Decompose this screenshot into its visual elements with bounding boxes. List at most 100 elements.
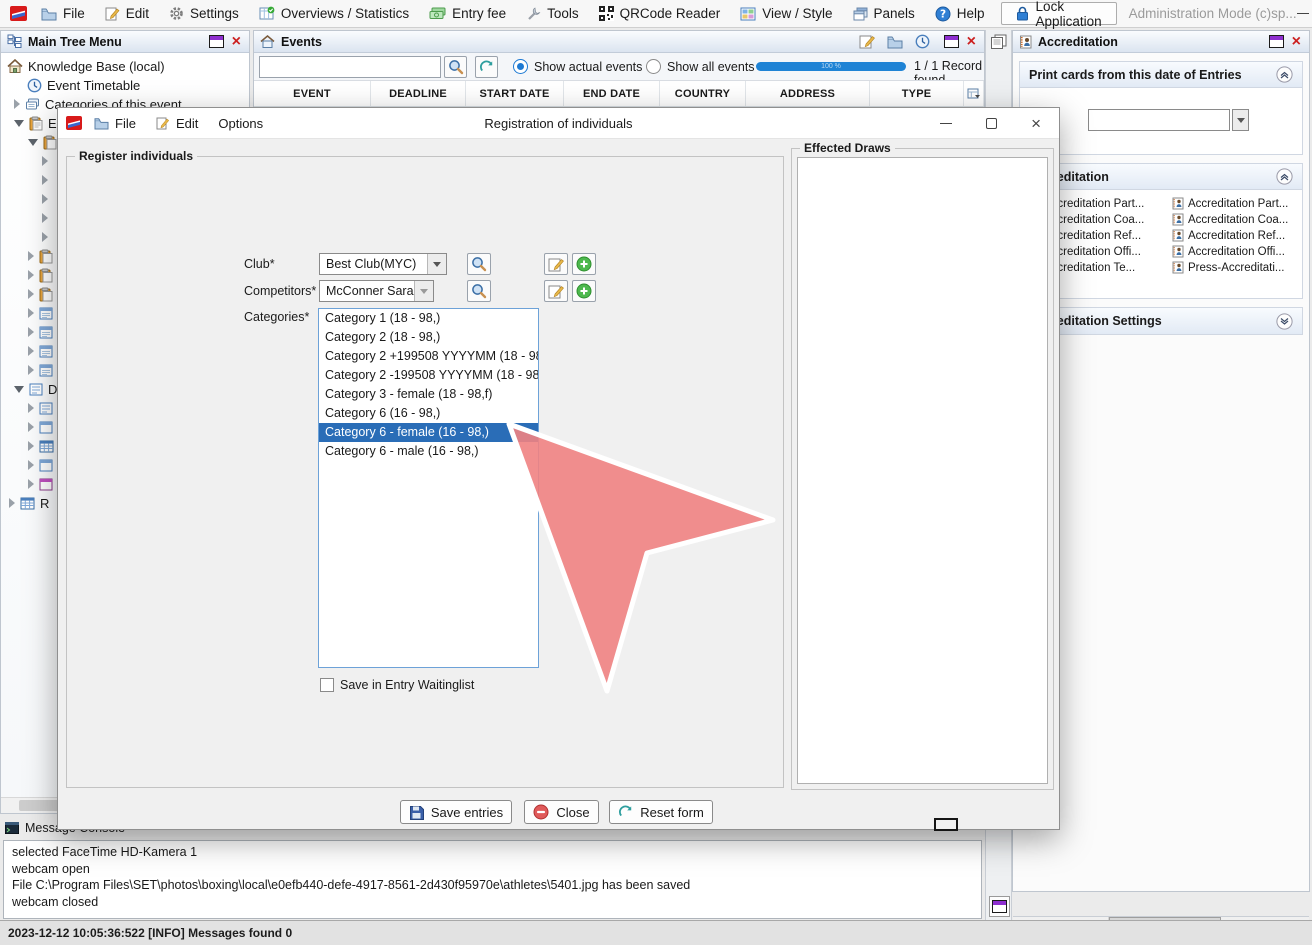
column-type[interactable]: TYPE — [870, 81, 964, 106]
tree-item[interactable] — [42, 228, 53, 246]
tree-item[interactable] — [28, 456, 58, 474]
expand-arrow-icon[interactable] — [28, 403, 34, 413]
lock-application-button[interactable]: Lock Application — [1001, 2, 1117, 25]
collapse-arrow-icon[interactable] — [14, 386, 24, 393]
print-date-dropdown-button[interactable] — [1232, 109, 1249, 131]
collapse-arrow-icon[interactable] — [28, 139, 38, 146]
tree-close-icon[interactable]: × — [230, 34, 243, 50]
accreditation-close-icon[interactable]: × — [1290, 34, 1303, 50]
menu-help[interactable]: ? Help — [925, 1, 995, 27]
tree-item-entries[interactable]: E — [14, 114, 57, 132]
expand-arrow-icon[interactable] — [42, 156, 48, 166]
expand-arrow-icon[interactable] — [28, 365, 34, 375]
close-dialog-button[interactable]: Close — [524, 800, 599, 824]
menu-panels[interactable]: Panels — [843, 1, 925, 27]
tree-item[interactable] — [28, 323, 58, 341]
expand-arrow-icon[interactable] — [28, 346, 34, 356]
dialog-title-bar[interactable]: File Edit Options Registration of indivi… — [58, 108, 1059, 139]
competitors-edit-button[interactable] — [544, 280, 568, 302]
tree-item[interactable] — [28, 437, 59, 455]
stacked-pages-icon[interactable] — [990, 34, 1007, 49]
category-option[interactable]: Category 1 (18 - 98,) — [319, 309, 538, 328]
column-chooser-icon[interactable] — [964, 81, 984, 106]
tree-item-r[interactable]: R — [9, 494, 49, 512]
dialog-maximize-button[interactable] — [986, 118, 997, 129]
restore-panel-icon[interactable] — [989, 896, 1010, 917]
radio-icon[interactable] — [646, 59, 661, 74]
tree-item[interactable] — [28, 399, 58, 417]
expand-arrow-icon[interactable] — [14, 99, 20, 109]
club-search-button[interactable] — [467, 253, 491, 275]
menu-file[interactable]: File — [31, 1, 95, 27]
menu-edit[interactable]: Edit — [95, 1, 159, 27]
events-maximize-icon[interactable] — [944, 35, 959, 48]
competitors-dropdown-button[interactable] — [414, 281, 433, 301]
tree-item-d[interactable]: D — [14, 380, 57, 398]
effected-draws-list[interactable] — [797, 157, 1048, 784]
console-log-area[interactable]: selected FaceTime HD-Kamera 1 webcam ope… — [3, 840, 982, 919]
column-deadline[interactable]: DEADLINE — [371, 81, 466, 106]
column-event[interactable]: EVENT — [254, 81, 371, 106]
column-start-date[interactable]: START DATE — [466, 81, 564, 106]
tree-item[interactable] — [28, 342, 58, 360]
print-date-input[interactable] — [1088, 109, 1230, 131]
dialog-menu-edit[interactable]: Edit — [148, 110, 206, 136]
dialog-minimize-button[interactable] — [940, 123, 952, 124]
tree-item[interactable] — [28, 285, 58, 303]
minimize-button[interactable] — [1297, 13, 1309, 14]
tree-item-event-timetable[interactable]: Event Timetable — [27, 76, 140, 94]
expand-arrow-icon[interactable] — [28, 460, 34, 470]
expand-arrow-icon[interactable] — [28, 327, 34, 337]
chevron-down-icon[interactable] — [1276, 313, 1293, 330]
accreditation-item[interactable]: Accreditation Ref... — [1172, 228, 1308, 243]
category-option[interactable]: Category 2 (18 - 98,) — [319, 328, 538, 347]
events-search-input[interactable] — [259, 56, 441, 78]
radio-show-actual-events[interactable]: Show actual events — [513, 59, 642, 74]
dialog-resize-notch[interactable] — [934, 818, 958, 831]
accreditation-item[interactable]: Press-Accreditati... — [1172, 260, 1308, 275]
accreditation-item[interactable]: Accreditation Coa... — [1172, 212, 1308, 227]
expand-arrow-icon[interactable] — [42, 194, 48, 204]
category-option[interactable]: Category 6 (16 - 98,) — [319, 404, 538, 423]
expand-arrow-icon[interactable] — [28, 251, 34, 261]
tree-item[interactable] — [28, 266, 58, 284]
tree-item[interactable] — [42, 209, 53, 227]
expand-arrow-icon[interactable] — [42, 175, 48, 185]
tree-item[interactable] — [42, 152, 53, 170]
expand-arrow-icon[interactable] — [28, 441, 34, 451]
collapse-arrow-icon[interactable] — [14, 120, 24, 127]
chevron-up-icon[interactable] — [1276, 66, 1293, 83]
competitors-combobox[interactable]: McConner Sara — [319, 280, 434, 302]
category-option-selected[interactable]: Category 6 - female (16 - 98,) — [319, 423, 538, 442]
radio-icon[interactable] — [513, 59, 528, 74]
club-dropdown-button[interactable] — [427, 254, 446, 274]
tree-item[interactable] — [28, 304, 58, 322]
expand-arrow-icon[interactable] — [28, 422, 34, 432]
refresh-button[interactable] — [475, 56, 498, 78]
column-end-date[interactable]: END DATE — [564, 81, 660, 106]
tree-maximize-icon[interactable] — [209, 35, 224, 48]
column-address[interactable]: ADDRESS — [746, 81, 870, 106]
dialog-close-button[interactable]: × — [1031, 115, 1041, 132]
accreditation-maximize-icon[interactable] — [1269, 35, 1284, 48]
clock-icon[interactable] — [915, 34, 930, 49]
competitors-add-button[interactable] — [572, 280, 596, 302]
accreditation-item[interactable]: Accreditation Offi... — [1172, 244, 1308, 259]
category-option[interactable]: Category 3 - female (18 - 98,f) — [319, 385, 538, 404]
accreditation-item[interactable]: Accreditation Part... — [1172, 196, 1308, 211]
tree-item[interactable] — [28, 247, 58, 265]
dialog-menu-file[interactable]: File — [86, 110, 144, 136]
expand-arrow-icon[interactable] — [42, 213, 48, 223]
tree-item[interactable] — [28, 361, 58, 379]
events-close-icon[interactable]: × — [965, 34, 978, 50]
edit-form-icon[interactable] — [859, 34, 875, 49]
radio-show-all-events[interactable]: Show all events — [646, 59, 755, 74]
menu-view-style[interactable]: View / Style — [730, 1, 842, 27]
waitlist-checkbox[interactable] — [320, 678, 334, 692]
menu-settings[interactable]: Settings — [159, 1, 249, 27]
tree-item[interactable] — [28, 475, 58, 493]
menu-qrcode[interactable]: QRCode Reader — [589, 1, 731, 27]
menu-entry-fee[interactable]: Entry fee — [419, 1, 516, 27]
expand-arrow-icon[interactable] — [28, 270, 34, 280]
tree-item-knowledge-base[interactable]: Knowledge Base (local) — [7, 57, 165, 75]
